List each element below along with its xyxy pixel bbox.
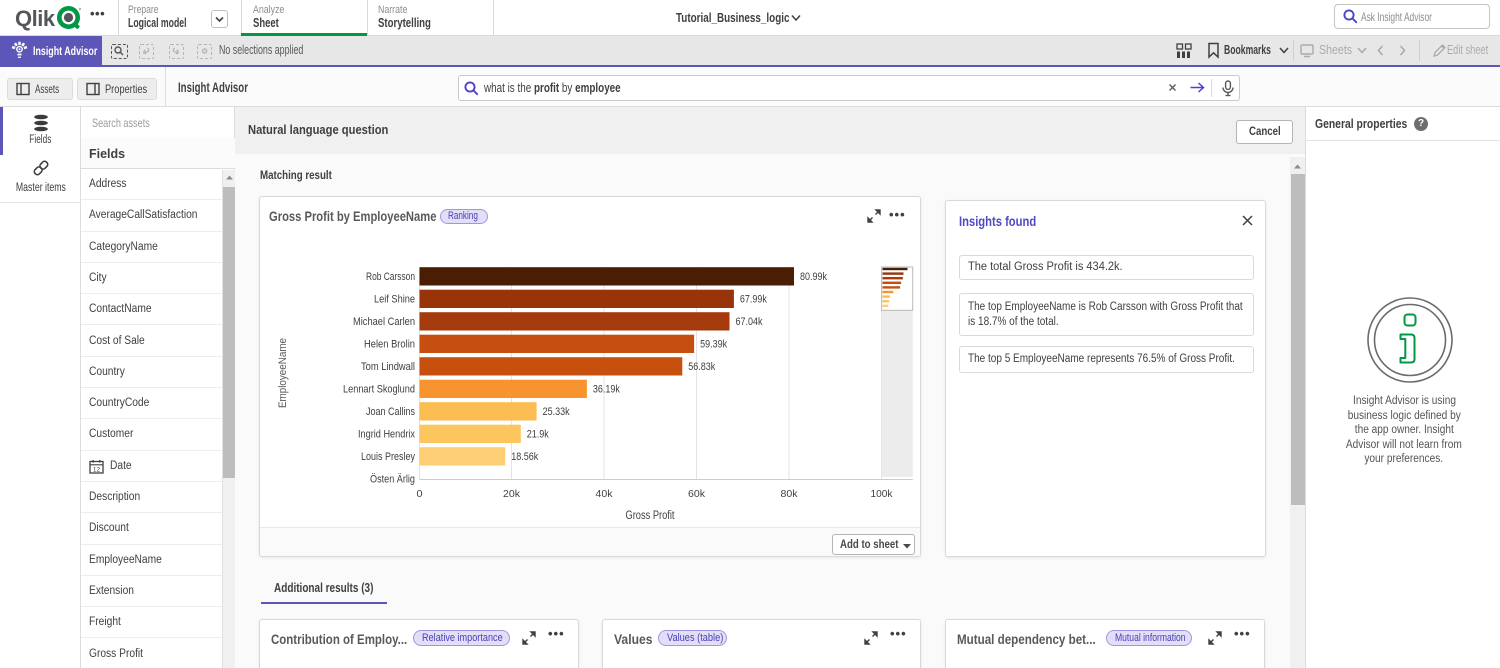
svg-text:Louis Presley: Louis Presley [361, 451, 415, 463]
svg-text:Gross Profit: Gross Profit [626, 510, 676, 522]
svg-text:Rob Carsson: Rob Carsson [366, 271, 415, 283]
svg-text:Joan Callins: Joan Callins [366, 406, 415, 418]
svg-text:EmployeeName: EmployeeName [277, 338, 289, 408]
svg-text:80.99k: 80.99k [800, 271, 827, 283]
svg-text:Östen Ärlig: Östen Ärlig [370, 473, 415, 485]
svg-text:0: 0 [417, 488, 423, 500]
svg-text:Michael Carlen: Michael Carlen [353, 316, 415, 328]
svg-text:Ingrid Hendrix: Ingrid Hendrix [358, 428, 415, 440]
svg-text:59.39k: 59.39k [700, 338, 727, 350]
svg-text:21.9k: 21.9k [527, 428, 549, 440]
svg-text:Helen Brolin: Helen Brolin [364, 338, 415, 350]
svg-text:56.83k: 56.83k [688, 361, 715, 373]
svg-text:100k: 100k [871, 488, 894, 500]
svg-text:67.04k: 67.04k [736, 316, 763, 328]
svg-text:60k: 60k [688, 488, 706, 500]
svg-text:18.56k: 18.56k [511, 451, 538, 463]
svg-text:80k: 80k [781, 488, 799, 500]
svg-text:25.33k: 25.33k [543, 406, 570, 418]
svg-text:20k: 20k [503, 488, 521, 500]
svg-text:Leif Shine: Leif Shine [374, 293, 415, 305]
svg-text:67.99k: 67.99k [740, 293, 767, 305]
svg-text:12: 12 [93, 466, 101, 473]
svg-text:Tom Lindwall: Tom Lindwall [361, 361, 415, 373]
svg-text:40k: 40k [596, 488, 614, 500]
svg-text:Lennart Skoglund: Lennart Skoglund [343, 383, 415, 395]
svg-text:36.19k: 36.19k [593, 383, 620, 395]
